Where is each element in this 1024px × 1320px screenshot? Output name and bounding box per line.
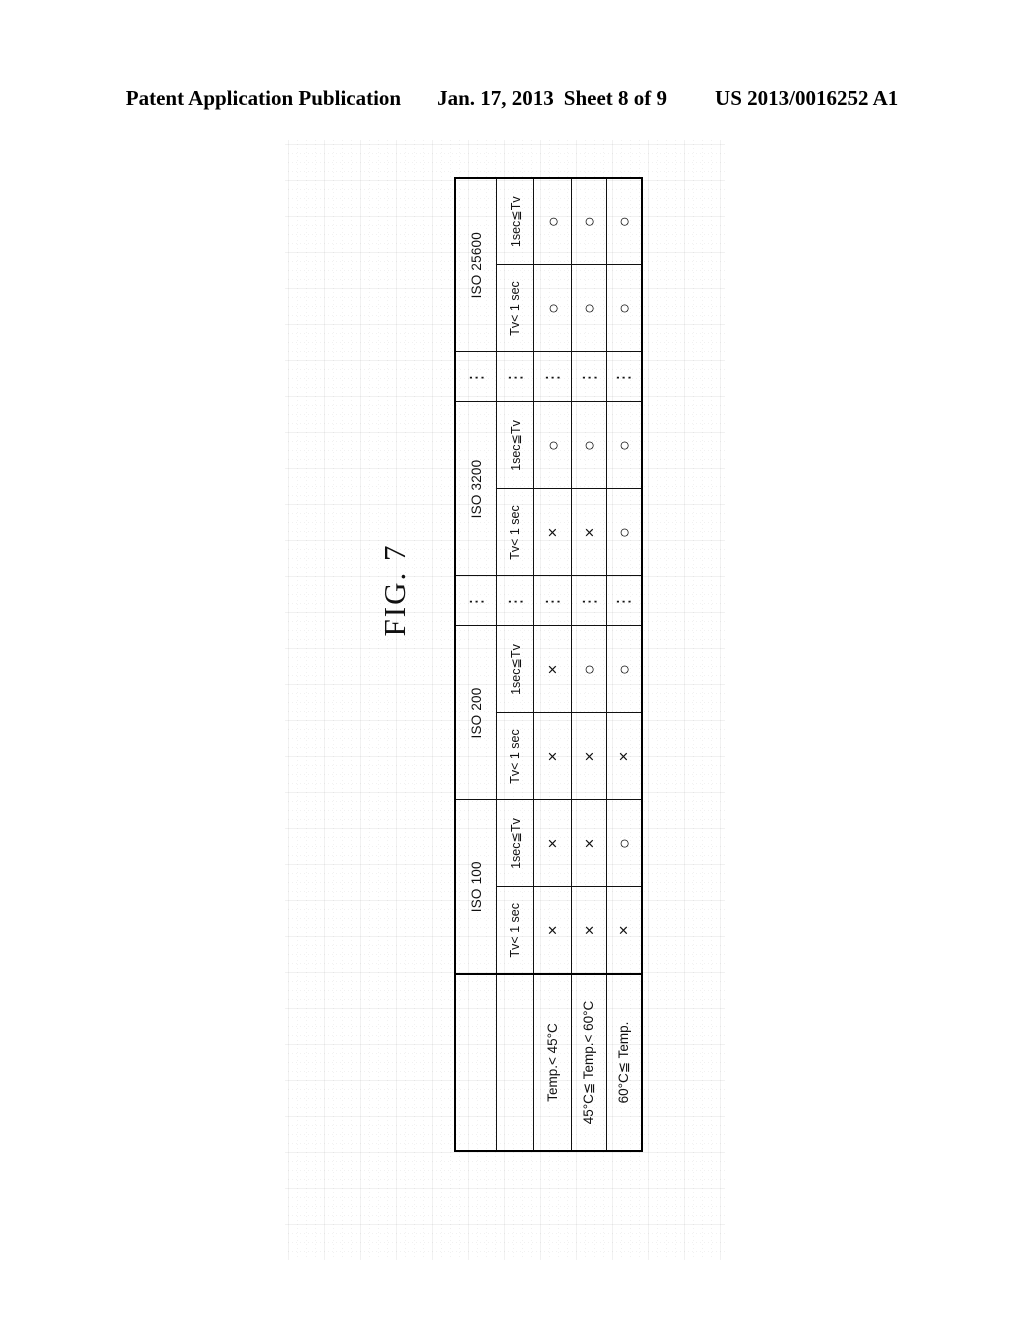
cell-r0-c5: × — [533, 489, 572, 576]
cell-r1-c0: × — [571, 887, 607, 974]
cell-r1-c6: ○ — [571, 401, 607, 489]
tv-subheader-iso25600-slow: 1sec≦Tv — [496, 177, 534, 265]
tv-subheader-iso100-slow: 1sec≦Tv — [496, 800, 534, 887]
iso-group-header-iso3200: ISO 3200 — [455, 401, 497, 576]
cell-r2-c2: × — [606, 713, 642, 800]
iso-group-header-iso25600: ISO 25600 — [455, 177, 497, 352]
cell-r0-c1: × — [533, 800, 572, 887]
cell-r2-c4: ⋮ — [606, 576, 642, 626]
cell-r1-c4: ⋮ — [571, 576, 607, 626]
cell-r0-c4: ⋮ — [533, 576, 572, 626]
row-label-1: 45°C≦ Temp.< 60°C — [571, 974, 607, 1151]
cell-r0-c3: × — [533, 626, 572, 713]
cell-r1-c8: ○ — [571, 264, 607, 352]
tv-subheader-iso3200-fast: Tv< 1 sec — [496, 489, 534, 576]
tv-header-corner-cell — [496, 974, 534, 1151]
row-label-2: 60°C≦ Temp. — [606, 974, 642, 1151]
iso-group-header-iso200: ISO 200 — [455, 626, 497, 800]
cell-r2-c6: ○ — [606, 401, 642, 489]
tv-subheader-iso100-fast: Tv< 1 sec — [496, 887, 534, 974]
iso-header-row: ISO 100 ISO 200 ⋮ ISO 3200 ⋮ ISO 25600 — [455, 177, 497, 1151]
cell-r1-c7: ⋮ — [571, 351, 607, 402]
table-row: Temp.< 45°C × × × × ⋮ × ○ ⋮ ○ ○ — [533, 177, 572, 1151]
iso-ellipsis-header-gap2: ⋮ — [455, 351, 497, 402]
cell-r1-c1: × — [571, 800, 607, 887]
cell-r0-c0: × — [533, 887, 572, 974]
tv-subheader-iso200-fast: Tv< 1 sec — [496, 713, 534, 800]
cell-r2-c1: ○ — [606, 800, 642, 887]
iso-ellipsis-header-gap1: ⋮ — [455, 576, 497, 626]
tv-subheader-iso200-slow: 1sec≦Tv — [496, 626, 534, 713]
cell-r1-c3: ○ — [571, 626, 607, 713]
condition-table-rotated: ISO 100 ISO 200 ⋮ ISO 3200 ⋮ ISO 25600 Tv< 1 s… — [454, 177, 642, 1152]
iso-group-header-iso100: ISO 100 — [455, 800, 497, 974]
table-row: 60°C≦ Temp. × ○ × ○ ⋮ ○ ○ ⋮ ○ ○ — [606, 177, 642, 1151]
tv-subheader-iso25600-fast: Tv< 1 sec — [496, 264, 534, 352]
cell-r2-c9: ○ — [606, 177, 642, 265]
cell-r2-c0: × — [606, 887, 642, 974]
table-row: 45°C≦ Temp.< 60°C × × × ○ ⋮ × ○ ⋮ ○ ○ — [571, 177, 607, 1151]
cell-r1-c5: × — [571, 489, 607, 576]
cell-r0-c2: × — [533, 713, 572, 800]
cell-r1-c9: ○ — [571, 177, 607, 265]
table-corner-cell — [455, 974, 497, 1151]
cell-r0-c7: ⋮ — [533, 351, 572, 402]
cell-r0-c8: ○ — [533, 264, 572, 352]
cell-r2-c5: ○ — [606, 489, 642, 576]
tv-subheader-ellipsis-gap1: ⋮ — [496, 576, 534, 626]
cell-r2-c3: ○ — [606, 626, 642, 713]
figure-caption: FIG. 7 — [377, 543, 412, 637]
tv-header-row: Tv< 1 sec 1sec≦Tv Tv< 1 sec 1sec≦Tv ⋮ Tv< 1 s… — [496, 177, 534, 1151]
tv-subheader-iso3200-slow: 1sec≦Tv — [496, 401, 534, 489]
figure-7: FIG. 7 ISO 100 ISO 200 ⋮ ISO 3200 ⋮ ISO 25600… — [0, 0, 1024, 1320]
cell-r2-c7: ⋮ — [606, 351, 642, 402]
cell-r0-c6: ○ — [533, 401, 572, 489]
tv-subheader-ellipsis-gap2: ⋮ — [496, 351, 534, 402]
cell-r1-c2: × — [571, 713, 607, 800]
row-label-0: Temp.< 45°C — [533, 974, 572, 1151]
cell-r0-c9: ○ — [533, 177, 572, 265]
condition-table: ISO 100 ISO 200 ⋮ ISO 3200 ⋮ ISO 25600 Tv< 1 s… — [454, 177, 643, 1152]
cell-r2-c8: ○ — [606, 264, 642, 352]
